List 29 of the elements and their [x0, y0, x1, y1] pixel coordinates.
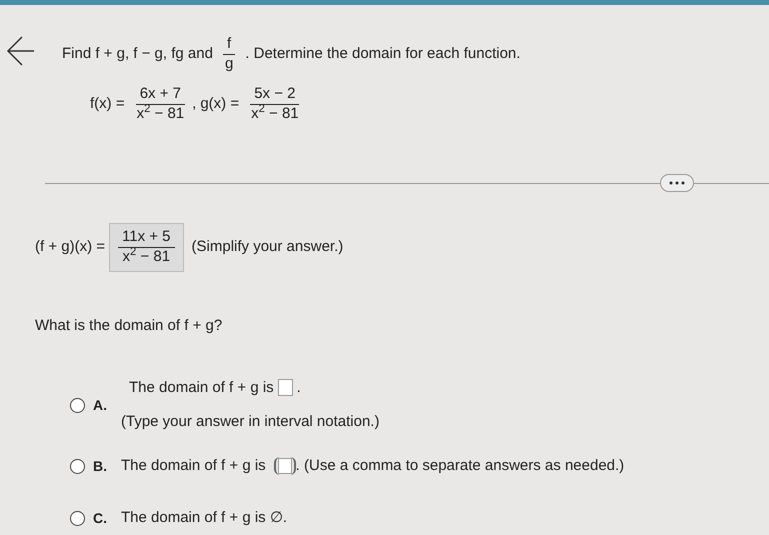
answer-label: (f + g)(x) =	[35, 237, 106, 257]
separator: ,	[192, 94, 196, 114]
option-text: . (Use a comma to separate answers as needed.)	[296, 456, 624, 476]
option-text: The domain of f + g is	[129, 378, 274, 398]
input-field[interactable]	[278, 379, 293, 396]
question-text: What is the domain of f + g?	[35, 317, 222, 334]
ellipsis-icon	[669, 181, 685, 185]
more-button[interactable]	[660, 174, 694, 192]
function-label: f(x) =	[90, 94, 125, 114]
fraction-numerator: f	[223, 35, 236, 55]
instruction-text: Find f + g, f − g, fg and	[62, 44, 213, 64]
set-input-field[interactable]	[274, 457, 296, 475]
radio-button[interactable]	[70, 458, 85, 474]
radio-button[interactable]	[70, 510, 85, 526]
fraction-numerator: 5x − 2	[250, 85, 300, 105]
option-letter: C.	[93, 508, 108, 528]
fraction-denominator: g	[224, 54, 234, 74]
hint-text: (Simplify your answer.)	[192, 237, 344, 257]
hint-text: (Type your answer in interval notation.)	[121, 412, 380, 432]
period: .	[296, 378, 301, 398]
fraction-numerator: 11x + 5	[118, 228, 175, 248]
option-text: The domain of f + g is	[121, 456, 266, 476]
option-letter: A.	[93, 396, 108, 414]
option-text: The domain of f + g is ∅.	[121, 508, 287, 528]
option-letter: B.	[93, 456, 108, 476]
function-label: g(x) =	[200, 94, 240, 114]
instruction-text: . Determine the domain for each function.	[245, 44, 520, 64]
radio-button[interactable]	[70, 398, 85, 412]
fraction-numerator: 6x + 7	[136, 85, 185, 105]
